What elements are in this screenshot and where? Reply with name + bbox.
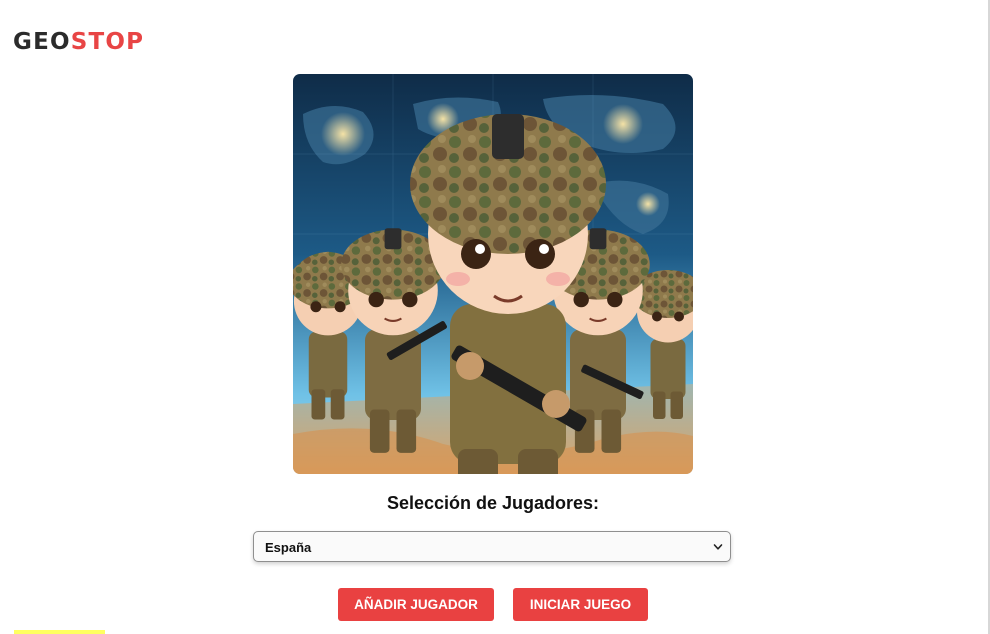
soldiers-illustration <box>293 74 693 474</box>
country-select-value: España <box>265 540 312 555</box>
player-selection-title: Selección de Jugadores: <box>386 493 600 513</box>
geostop-logo[interactable]: GEOSTOP <box>13 29 144 55</box>
start-game-button[interactable]: INICIAR JUEGO <box>513 588 648 621</box>
add-player-button[interactable]: AÑADIR JUGADOR <box>338 588 494 621</box>
logo-text-geo: GEO <box>13 29 71 55</box>
country-select[interactable]: España <box>253 531 731 562</box>
logo-text-stop: STOP <box>70 29 145 55</box>
chevron-down-icon <box>713 544 723 550</box>
hero-illustration <box>293 74 693 474</box>
yellow-accent-bar <box>14 630 105 634</box>
